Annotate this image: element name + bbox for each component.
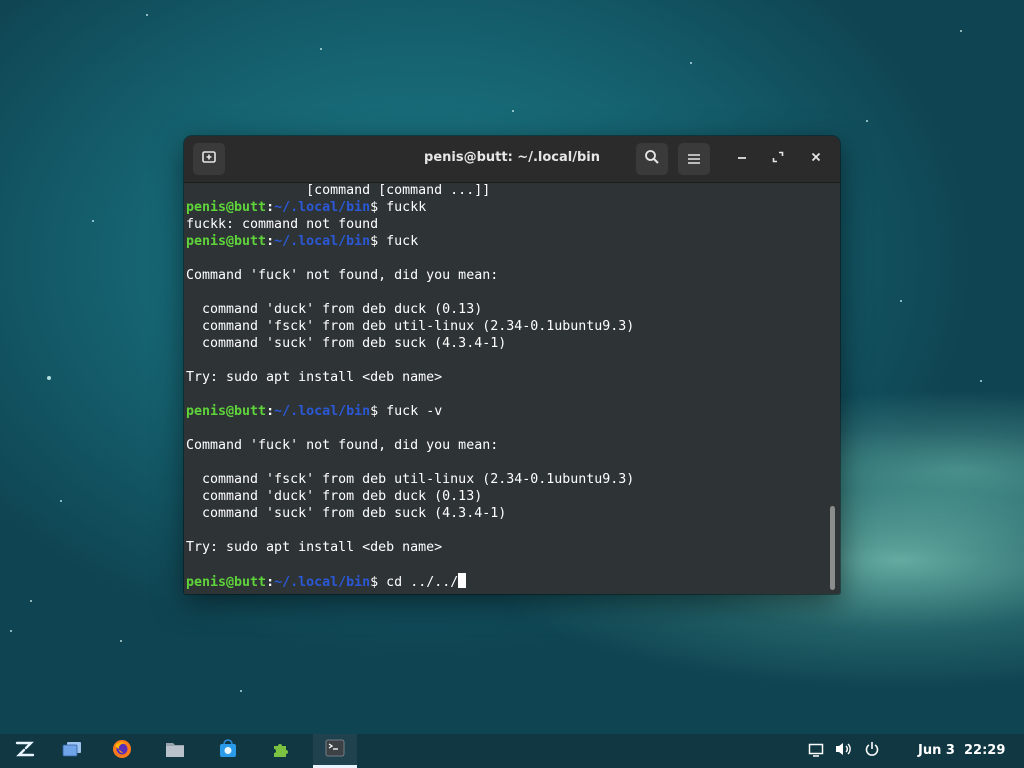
taskbar: Jun 3 22:29 — [0, 734, 1024, 768]
prompt-user: penis@butt — [186, 404, 267, 419]
prompt-path: ~/.local/bin — [274, 234, 371, 249]
output-line: command 'duck' from deb duck (0.13) — [186, 489, 483, 504]
prompt-line: penis@butt:~/.local/bin$ fuckk — [186, 199, 826, 216]
output-line: Command 'fuck' not found, did you mean: — [186, 438, 499, 453]
power-icon — [864, 741, 880, 761]
prompt-colon: : — [266, 234, 275, 249]
prompt-colon: : — [266, 575, 275, 590]
workspaces-button[interactable] — [50, 734, 94, 768]
command-text: fuck — [386, 234, 419, 249]
hamburger-menu-icon — [687, 150, 701, 169]
prompt-colon: : — [266, 200, 275, 215]
clock-date: Jun 3 — [918, 743, 955, 758]
files-icon — [165, 740, 185, 762]
clock[interactable]: Jun 3 22:29 — [918, 743, 1005, 758]
command-text: cd ../../ — [386, 575, 459, 590]
prompt-suffix: $ — [370, 234, 387, 249]
prompt-user: penis@butt — [186, 200, 267, 215]
new-tab-button[interactable] — [193, 143, 225, 175]
firefox-icon — [112, 739, 132, 763]
command-text: fuck -v — [386, 404, 443, 419]
clock-time: 22:29 — [963, 743, 1006, 758]
new-tab-icon — [201, 149, 217, 169]
output-line: Try: sudo apt install <deb name> — [186, 540, 443, 555]
prompt-path: ~/.local/bin — [274, 404, 371, 419]
prompt-path: ~/.local/bin — [274, 200, 371, 215]
output-line: command 'fsck' from deb util-linux (2.34… — [186, 472, 635, 487]
zorin-menu-icon — [14, 740, 36, 762]
maximize-icon — [772, 151, 784, 167]
window-title: penis@butt: ~/.local/bin — [424, 150, 600, 165]
output-line: command 'duck' from deb duck (0.13) — [186, 302, 483, 317]
prompt-suffix: $ — [370, 404, 387, 419]
output-line: command 'fsck' from deb util-linux (2.34… — [186, 319, 635, 334]
command-text: fuckk — [386, 200, 427, 215]
workspaces-icon — [61, 740, 83, 762]
terminal-icon — [325, 739, 345, 761]
output-line: [command [command ...]] — [186, 183, 491, 198]
terminal-taskbar-button[interactable] — [313, 734, 357, 768]
power-button[interactable] — [863, 741, 881, 761]
zorin-menu-button[interactable] — [3, 734, 47, 768]
prompt-line: penis@butt:~/.local/bin$ fuck — [186, 233, 826, 250]
display-button[interactable] — [807, 743, 825, 759]
volume-button[interactable] — [835, 743, 853, 759]
extensions-button[interactable] — [259, 734, 303, 768]
search-button[interactable] — [636, 143, 668, 175]
output-line: fuckk: command not found — [186, 217, 379, 232]
extensions-icon — [271, 739, 291, 763]
prompt-colon: : — [266, 404, 275, 419]
prompt-user: penis@butt — [186, 234, 267, 249]
files-button[interactable] — [153, 734, 197, 768]
close-icon — [810, 151, 822, 167]
prompt-line: penis@butt:~/.local/bin$ fuck -v — [186, 403, 826, 420]
prompt-path: ~/.local/bin — [274, 575, 371, 590]
prompt-suffix: $ — [370, 200, 387, 215]
prompt-line: penis@butt:~/.local/bin$ cd ../../ — [186, 573, 826, 590]
output-line: Command 'fuck' not found, did you mean: — [186, 268, 499, 283]
search-icon — [644, 149, 660, 169]
software-store-icon — [218, 739, 238, 763]
display-icon — [808, 742, 824, 761]
menu-button[interactable] — [678, 143, 710, 175]
terminal-window[interactable]: penis@butt: ~/.local/bin [command [comma… — [184, 136, 840, 594]
text-cursor — [458, 573, 467, 588]
volume-icon — [835, 741, 853, 761]
firefox-button[interactable] — [100, 734, 144, 768]
maximize-button[interactable] — [768, 149, 788, 169]
prompt-user: penis@butt — [186, 575, 267, 590]
output-line: command 'suck' from deb suck (4.3.4-1) — [186, 506, 507, 521]
terminal-output[interactable]: [command [command ...]] penis@butt:~/.loc… — [186, 182, 826, 592]
output-line: Try: sudo apt install <deb name> — [186, 370, 443, 385]
minimize-button[interactable] — [732, 149, 752, 169]
minimize-icon — [736, 151, 748, 167]
close-button[interactable] — [806, 149, 826, 169]
titlebar[interactable]: penis@butt: ~/.local/bin — [184, 136, 840, 183]
scrollbar[interactable] — [830, 506, 835, 590]
output-line: command 'suck' from deb suck (4.3.4-1) — [186, 336, 507, 351]
software-store-button[interactable] — [206, 734, 250, 768]
prompt-suffix: $ — [370, 575, 387, 590]
